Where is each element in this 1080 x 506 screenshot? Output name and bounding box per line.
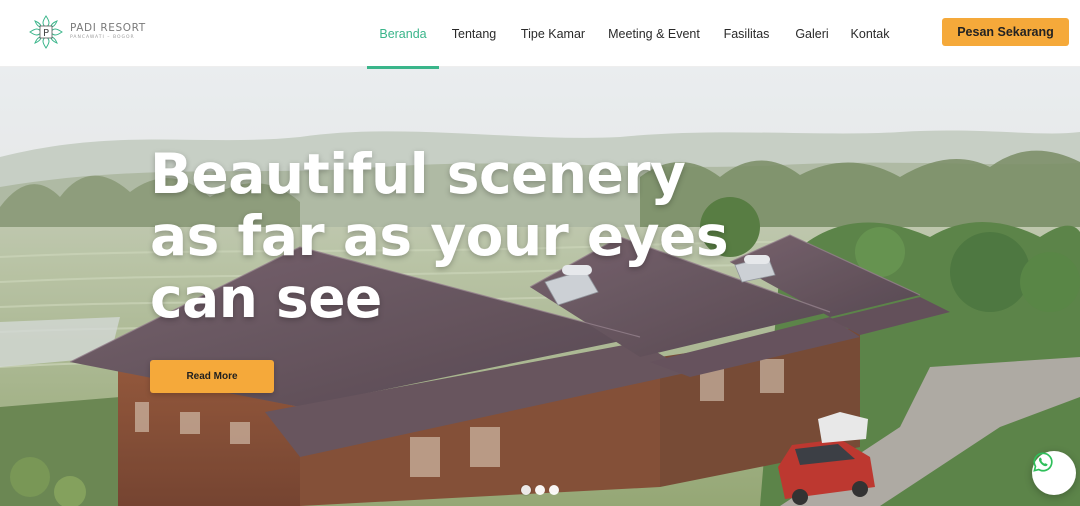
slider-dot-3[interactable] xyxy=(549,485,559,495)
logo[interactable]: P PADI RESORT PANCAWATI – BOGOR xyxy=(28,14,146,50)
slider-dot-2[interactable] xyxy=(535,485,545,495)
nav-fasilitas[interactable]: Fasilitas xyxy=(711,0,782,67)
nav-tentang[interactable]: Tentang xyxy=(439,0,509,67)
site-header: P PADI RESORT PANCAWATI – BOGOR Beranda … xyxy=(0,0,1080,69)
slider-dots xyxy=(521,485,559,495)
slider-dot-1[interactable] xyxy=(521,485,531,495)
whatsapp-button[interactable] xyxy=(1032,451,1076,495)
hero-headline-line: can see xyxy=(150,266,382,330)
logo-text: PADI RESORT PANCAWATI – BOGOR xyxy=(70,22,146,42)
hero-slider: Beautiful scenery as far as your eyes ca… xyxy=(0,67,1080,506)
nav-meeting-event[interactable]: Meeting & Event xyxy=(597,0,711,67)
hero-headline: Beautiful scenery as far as your eyes ca… xyxy=(150,142,729,330)
logo-monogram: P xyxy=(43,28,49,39)
brand-tagline: PANCAWATI – BOGOR xyxy=(70,35,135,40)
nav-tipe-kamar[interactable]: Tipe Kamar xyxy=(509,0,597,67)
read-more-button[interactable]: Read More xyxy=(150,360,274,393)
nav-galeri[interactable]: Galeri xyxy=(782,0,842,67)
nav-beranda[interactable]: Beranda xyxy=(367,0,439,69)
hero-headline-line: Beautiful scenery xyxy=(150,142,686,206)
nav-kontak[interactable]: Kontak xyxy=(842,0,898,67)
whatsapp-icon xyxy=(1033,452,1053,472)
hero-headline-line: as far as your eyes xyxy=(150,204,729,268)
main-nav: Beranda Tentang Tipe Kamar Meeting & Eve… xyxy=(367,0,898,69)
book-now-button[interactable]: Pesan Sekarang xyxy=(942,18,1069,46)
logo-emblem-icon: P xyxy=(28,14,64,50)
brand-name: PADI RESORT xyxy=(70,22,146,34)
